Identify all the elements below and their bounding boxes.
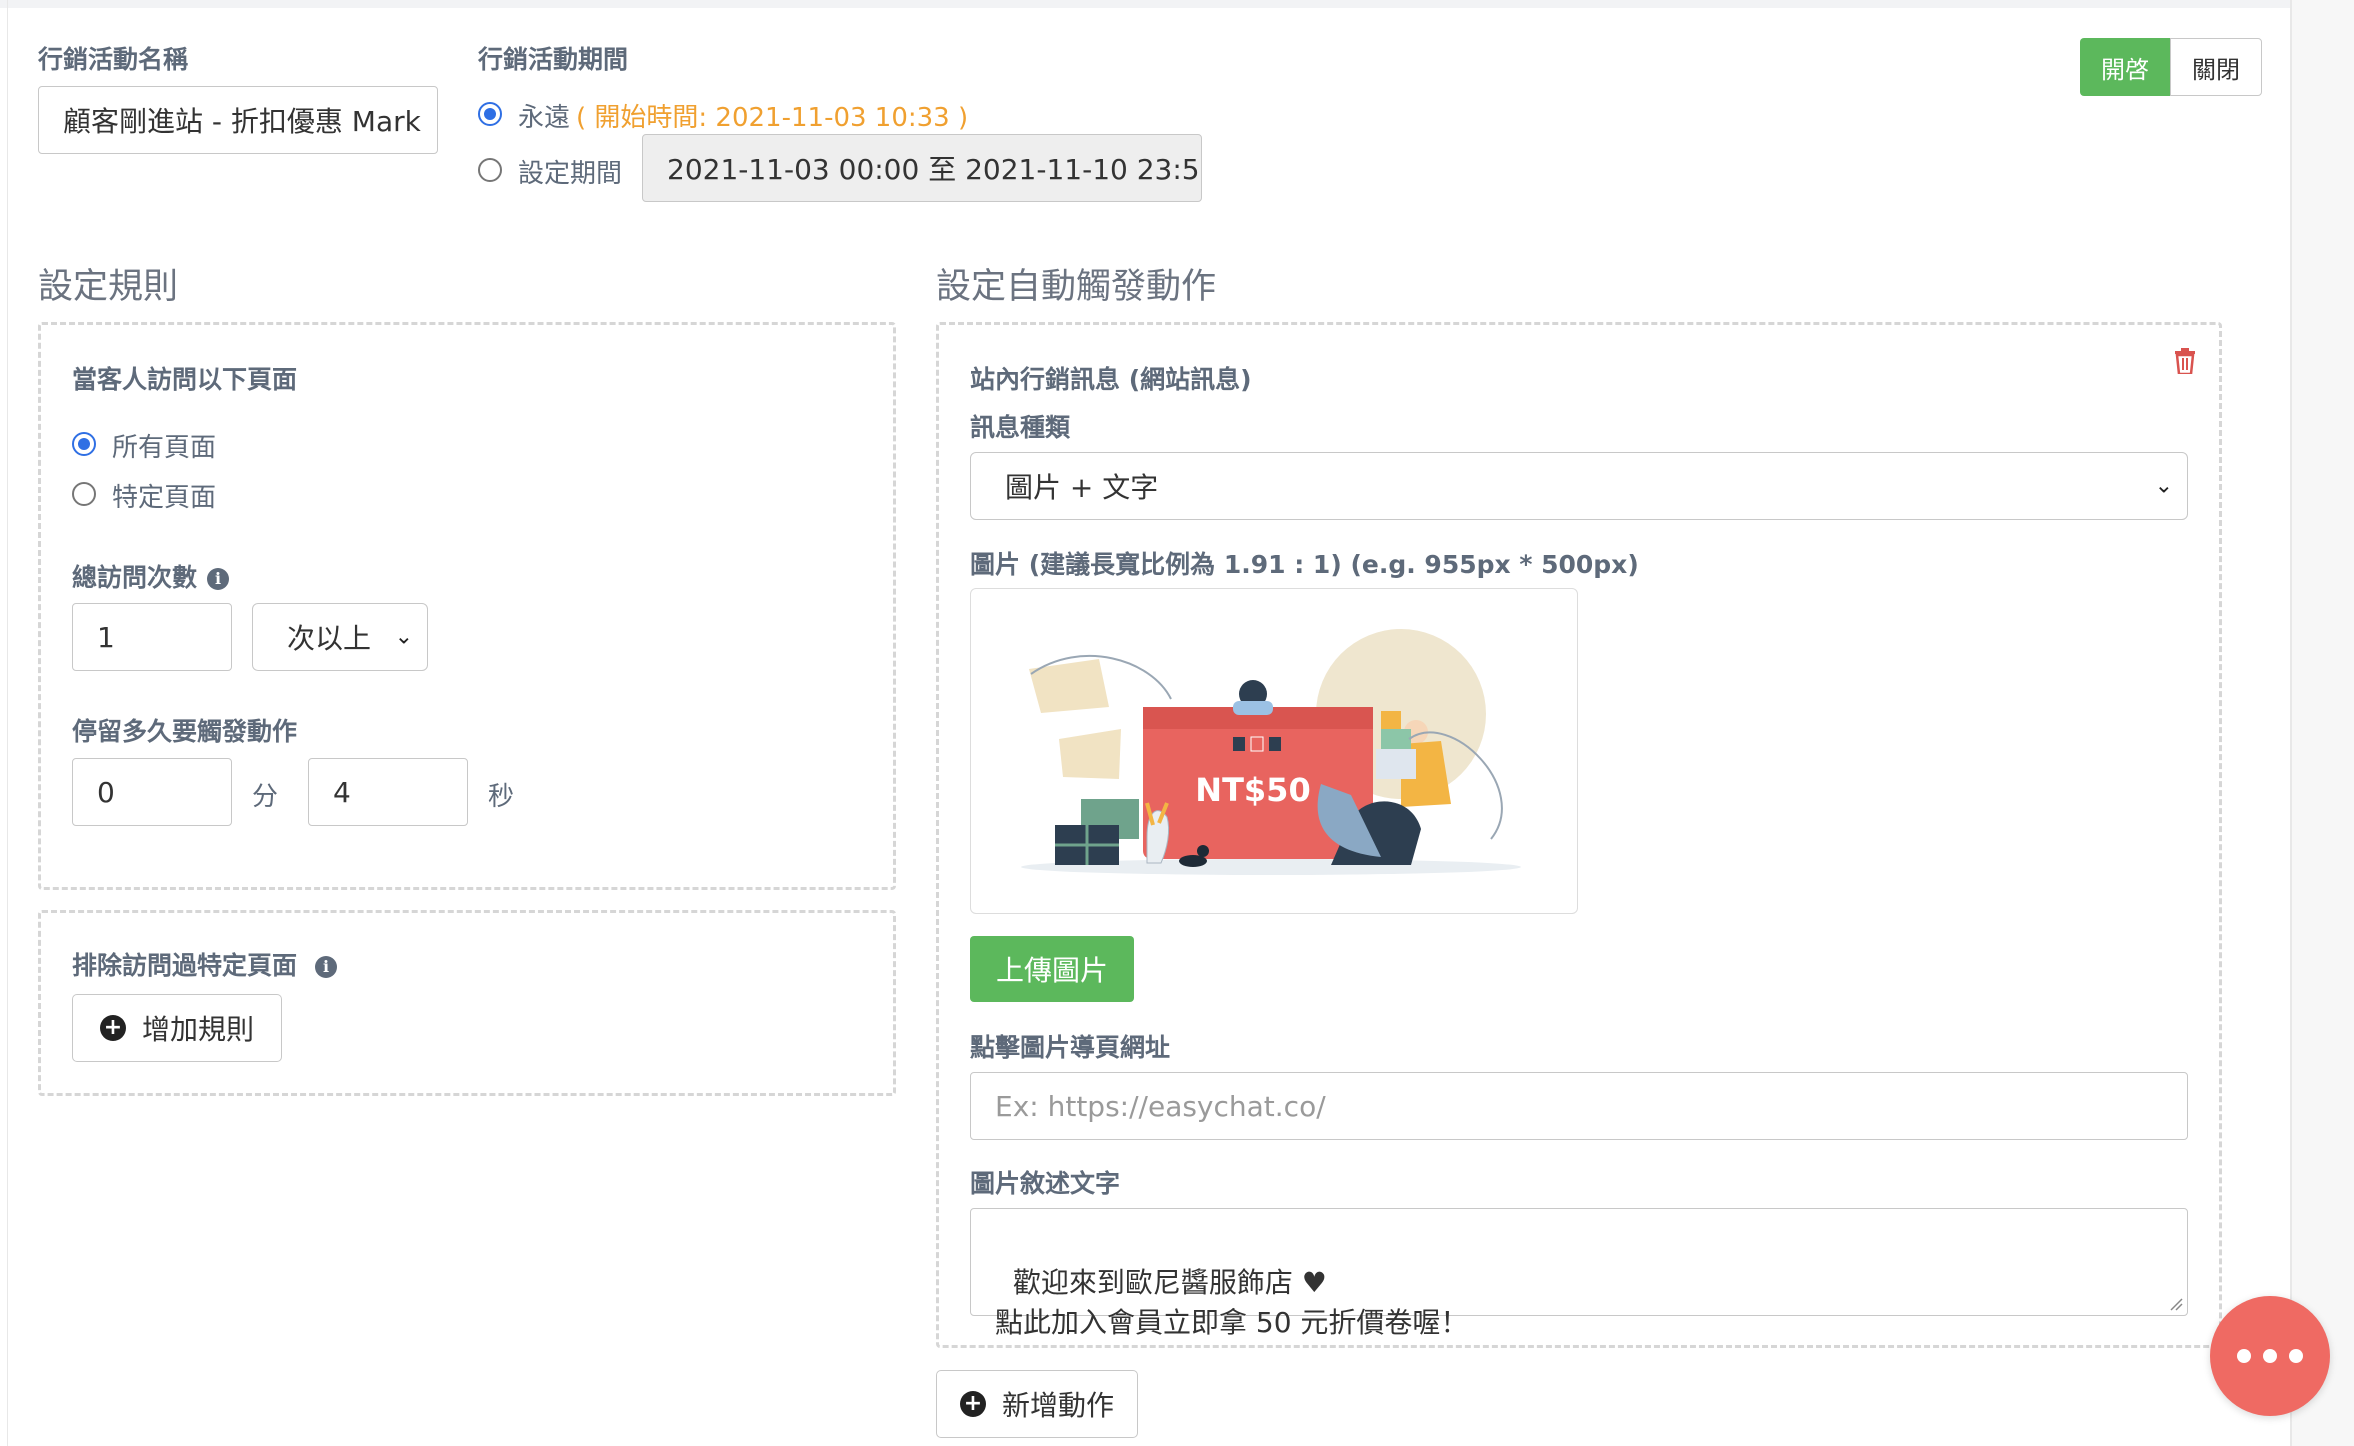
info-icon[interactable]: i xyxy=(315,956,338,978)
all-pages-radio[interactable] xyxy=(72,432,96,456)
total-visits-input[interactable]: 1 xyxy=(72,603,232,671)
minutes-input[interactable]: 0 xyxy=(72,758,232,826)
action-card-title: 站內行銷訊息 (網站訊息) xyxy=(970,365,1252,394)
image-description-textarea[interactable]: 歡迎來到歐尼醬服飾店 ♥ 點此加入會員立即拿 50 元折價卷喔！ xyxy=(970,1208,2188,1339)
left-border xyxy=(7,0,8,1446)
upload-image-button[interactable]: 上傳圖片 xyxy=(970,936,1134,1002)
chat-fab-button[interactable] xyxy=(2210,1296,2330,1416)
seconds-unit: 秒 xyxy=(488,782,515,812)
info-icon[interactable]: i xyxy=(207,568,230,590)
message-type-label: 訊息種類 xyxy=(970,413,1071,442)
promo-image-preview: NT$50 xyxy=(970,588,1578,914)
image-link-label: 點擊圖片導頁網址 xyxy=(970,1033,1171,1062)
chevron-down-icon: ⌄ xyxy=(2154,473,2173,499)
image-link-input[interactable]: Ex: https://easychat.co/ xyxy=(970,1072,2188,1140)
custom-period-label: 設定期間 xyxy=(518,159,623,189)
trash-icon[interactable] xyxy=(2174,348,2196,374)
minutes-unit: 分 xyxy=(252,782,279,812)
image-description-label: 圖片敘述文字 xyxy=(970,1169,1121,1198)
visits-unit-select[interactable]: 次以上 ⌄ xyxy=(252,603,428,671)
specific-pages-radio[interactable] xyxy=(72,482,96,506)
add-action-button[interactable]: + 新增動作 xyxy=(936,1370,1138,1438)
toggle-on-button[interactable]: 開啓 xyxy=(2080,38,2170,96)
add-rule-label: 增加規則 xyxy=(141,1013,254,1046)
chevron-down-icon: ⌄ xyxy=(394,624,413,650)
exclude-pages-label: 排除訪問過特定頁面 i xyxy=(72,946,338,982)
add-action-label: 新增動作 xyxy=(1001,1389,1114,1422)
rules-section-title: 設定規則 xyxy=(38,267,179,307)
all-pages-label: 所有頁面 xyxy=(112,433,217,463)
promo-illustration: NT$50 xyxy=(1021,629,1521,875)
image-description-value: 歡迎來到歐尼醬服飾店 ♥ 點此加入會員立即拿 50 元折價卷喔！ xyxy=(995,1266,1469,1339)
image-label: 圖片 (建議長寬比例為 1.91 : 1) (e.g. 955px * 500p… xyxy=(970,550,1639,579)
chat-dot-icon xyxy=(2237,1349,2251,1363)
total-visits-label: 總訪問次數 i xyxy=(72,558,230,594)
add-rule-button[interactable]: + 增加規則 xyxy=(72,994,282,1062)
chat-dot-icon xyxy=(2289,1349,2303,1363)
visit-pages-label: 當客人訪問以下頁面 xyxy=(72,365,298,394)
seconds-input[interactable]: 4 xyxy=(308,758,468,826)
promo-image-text: NT$50 xyxy=(1195,771,1310,809)
custom-period-input[interactable]: 2021-11-03 00:00 至 2021-11-10 23:59 xyxy=(642,134,1202,202)
message-type-value: 圖片 + 文字 xyxy=(1005,471,1159,504)
plus-circle-icon: + xyxy=(959,1391,986,1417)
specific-pages-label: 特定頁面 xyxy=(112,483,217,513)
resize-handle-icon[interactable] xyxy=(2169,1297,2183,1311)
exclude-pages-text: 排除訪問過特定頁面 xyxy=(72,951,298,980)
campaign-name-label: 行銷活動名稱 xyxy=(38,45,189,74)
top-bar xyxy=(0,0,2290,8)
campaign-name-input[interactable]: 顧客剛進站 - 折扣優惠 Mark xyxy=(38,86,438,154)
forever-label: 永遠 xyxy=(518,103,571,133)
toggle-off-button[interactable]: 關閉 xyxy=(2170,38,2262,96)
chat-dot-icon xyxy=(2263,1349,2277,1363)
total-visits-text: 總訪問次數 xyxy=(72,563,198,592)
custom-period-radio[interactable] xyxy=(478,158,502,182)
visits-unit-value: 次以上 xyxy=(287,622,372,655)
stay-duration-label: 停留多久要觸發動作 xyxy=(72,717,298,746)
message-type-select[interactable]: 圖片 + 文字 ⌄ xyxy=(970,452,2188,520)
right-gutter xyxy=(2292,0,2354,1446)
forever-radio[interactable] xyxy=(478,102,502,126)
forever-start-time: ( 開始時間: 2021-11-03 10:33 ) xyxy=(576,103,969,133)
plus-circle-icon: + xyxy=(99,1015,126,1041)
campaign-period-label: 行銷活動期間 xyxy=(478,45,629,74)
actions-section-title: 設定自動觸發動作 xyxy=(936,267,1217,307)
